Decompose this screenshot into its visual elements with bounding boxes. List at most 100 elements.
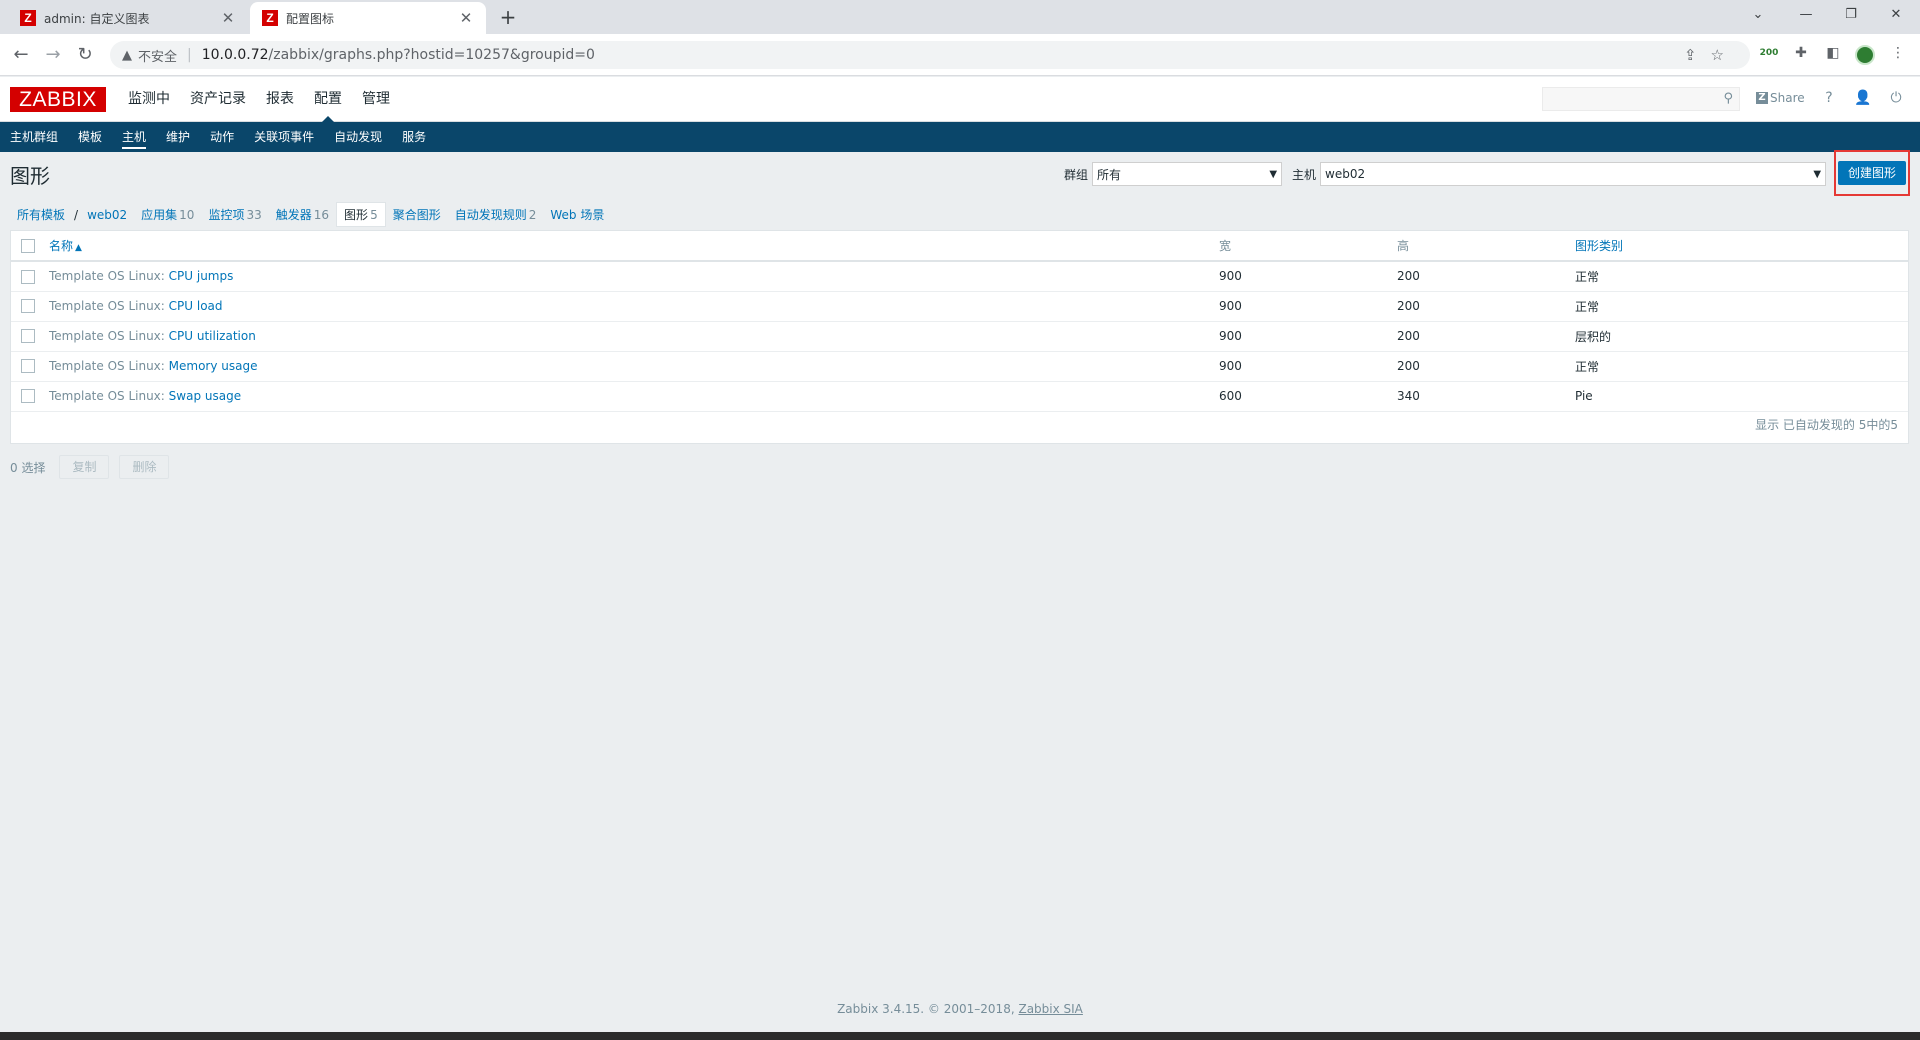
nav-screens[interactable]: 聚合图形 [386, 203, 448, 226]
graph-link[interactable]: Memory usage [169, 359, 258, 373]
graph-width: 900 [1215, 261, 1393, 292]
graph-height: 200 [1393, 291, 1571, 322]
table-summary: 显示 已自动发现的 5中的5 [1755, 418, 1898, 432]
sub-menu-discovery[interactable]: 自动发现 [324, 122, 392, 152]
host-select-value: web02 [1325, 167, 1366, 181]
row-select-cell [11, 291, 45, 322]
table-row: Template OS Linux: Swap usage 600 340 Pi… [11, 381, 1908, 412]
row-checkbox[interactable] [21, 299, 35, 314]
sub-menu-maintenance[interactable]: 维护 [156, 122, 200, 152]
sub-menu: 主机群组 模板 主机 维护 动作 关联项事件 自动发现 服务 [0, 122, 1920, 152]
tab-title: 配置图标 [286, 11, 335, 26]
breadcrumb-separator: / [74, 207, 79, 222]
tab-search-icon[interactable]: ⌄ [1738, 4, 1778, 26]
extensions-icon[interactable]: ✚ [1789, 45, 1813, 61]
group-select[interactable]: 所有 ▼ [1092, 162, 1283, 186]
graph-width: 900 [1215, 291, 1393, 322]
column-graph-type[interactable]: 图形类别 [1571, 231, 1908, 262]
template-link[interactable]: Template OS Linux: [49, 389, 165, 403]
top-menu-monitoring[interactable]: 监测中 [118, 77, 180, 122]
address-bar[interactable]: ▲ 不安全 | 10.0.0.72 /zabbix/graphs.php?hos… [110, 41, 1750, 69]
sub-menu-templates[interactable]: 模板 [68, 122, 112, 152]
create-graph-button[interactable]: 创建图形 [1838, 161, 1906, 185]
browser-tab-2[interactable]: Z 配置图标 ✕ [250, 2, 486, 34]
host-select[interactable]: web02 ▼ [1320, 162, 1827, 186]
row-checkbox[interactable] [21, 269, 35, 284]
top-menu-inventory[interactable]: 资产记录 [180, 77, 256, 122]
page-title: 图形 [10, 164, 50, 188]
graph-link[interactable]: CPU utilization [169, 329, 256, 343]
taskbar [0, 1032, 1920, 1040]
graphs-table: 名称 ▲ 宽 高 图形类别 Template OS Linux: CPU jump… [11, 231, 1908, 412]
zabbix-logo[interactable]: ZABBIX [10, 87, 106, 112]
nav-web-scenarios[interactable]: Web 场景 [543, 203, 611, 226]
help-icon[interactable]: ? [1819, 90, 1839, 106]
copy-button[interactable]: 复制 [59, 455, 110, 479]
template-link[interactable]: Template OS Linux: [49, 299, 165, 313]
graph-link[interactable]: CPU jumps [169, 269, 234, 283]
graph-type: 正常 [1571, 351, 1908, 382]
select-all-checkbox[interactable] [21, 238, 35, 253]
new-tab-icon[interactable]: + [494, 5, 522, 29]
row-checkbox[interactable] [21, 359, 35, 374]
nav-count: 5 [370, 208, 378, 222]
sign-out-icon[interactable]: ⏻ [1886, 90, 1906, 106]
side-panel-icon[interactable]: ◧ [1821, 45, 1845, 61]
minimize-icon[interactable]: — [1786, 4, 1826, 26]
graph-name-cell: Template OS Linux: Memory usage [45, 351, 1215, 382]
zabbix-favicon-icon: Z [20, 10, 36, 26]
filter-bar: 群组 所有 ▼ 主机 web02 ▼ [1064, 162, 1827, 186]
graph-link[interactable]: Swap usage [169, 389, 241, 403]
delete-button[interactable]: 删除 [119, 455, 170, 479]
table-row: Template OS Linux: CPU jumps 900 200 正常 [11, 261, 1908, 292]
footer-link[interactable]: Zabbix SIA [1018, 1002, 1082, 1016]
graph-name-cell: Template OS Linux: Swap usage [45, 381, 1215, 412]
nav-all-templates[interactable]: 所有模板 [10, 203, 72, 226]
sub-menu-hosts[interactable]: 主机 [112, 122, 156, 152]
profile-avatar[interactable] [1855, 45, 1875, 65]
close-icon[interactable]: ✕ [220, 9, 236, 27]
row-checkbox[interactable] [21, 389, 35, 404]
sub-menu-services[interactable]: 服务 [392, 122, 436, 152]
nav-host[interactable]: web02 [80, 205, 134, 225]
nav-count: 16 [313, 208, 330, 222]
nav-applications[interactable]: 应用集 10 [134, 203, 201, 226]
share-link[interactable]: Z Share [1756, 91, 1805, 105]
chevron-down-icon: ▼ [1269, 168, 1278, 180]
menu-icon[interactable]: ⋮ [1886, 45, 1910, 61]
top-menu-configuration[interactable]: 配置 [304, 77, 352, 122]
global-search-input[interactable]: ⚲ [1542, 87, 1740, 111]
template-link[interactable]: Template OS Linux: [49, 269, 165, 283]
restore-icon[interactable]: ❐ [1831, 4, 1871, 26]
graph-width: 900 [1215, 321, 1393, 352]
top-menu-reports[interactable]: 报表 [256, 77, 304, 122]
graph-link[interactable]: CPU load [169, 299, 223, 313]
nav-items[interactable]: 监控项 33 [201, 203, 268, 226]
template-link[interactable]: Template OS Linux: [49, 359, 165, 373]
warning-icon: ▲ [122, 47, 132, 63]
sub-menu-host-groups[interactable]: 主机群组 [0, 122, 68, 152]
nav-graphs[interactable]: 图形 5 [336, 202, 386, 227]
nav-triggers[interactable]: 触发器 16 [269, 203, 336, 226]
top-menu-administration[interactable]: 管理 [352, 77, 400, 122]
forward-icon[interactable]: → [40, 43, 66, 67]
sub-menu-event-correlation[interactable]: 关联项事件 [244, 122, 324, 152]
selected-count: 0 选择 [10, 460, 46, 475]
extension-badge[interactable]: 200 [1757, 48, 1781, 58]
search-icon[interactable]: ⚲ [1723, 91, 1733, 106]
user-profile-icon[interactable]: 👤 [1853, 90, 1873, 106]
template-link[interactable]: Template OS Linux: [49, 329, 165, 343]
row-select-cell [11, 261, 45, 292]
sub-menu-actions[interactable]: 动作 [200, 122, 244, 152]
graph-type: Pie [1571, 381, 1908, 412]
reload-icon[interactable]: ↻ [72, 43, 98, 67]
browser-tab-1[interactable]: Z admin: 自定义图表 ✕ [8, 2, 248, 34]
row-select-cell [11, 321, 45, 352]
back-icon[interactable]: ← [8, 43, 34, 67]
column-name[interactable]: 名称 ▲ [45, 231, 1215, 262]
share-and-bookmark-icons[interactable]: ⇪☆ [1684, 46, 1738, 64]
row-checkbox[interactable] [21, 329, 35, 344]
window-close-icon[interactable]: ✕ [1876, 4, 1916, 26]
close-icon[interactable]: ✕ [458, 9, 474, 27]
nav-discovery-rules[interactable]: 自动发现规则 2 [448, 203, 544, 226]
